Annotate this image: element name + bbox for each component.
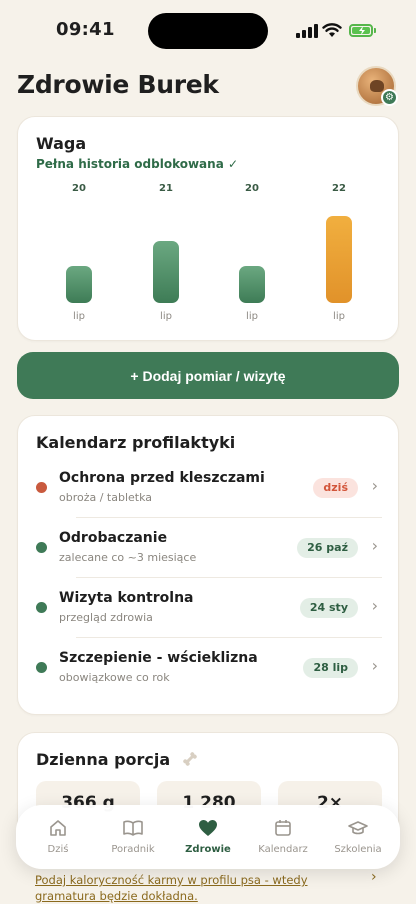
chevron-right-icon: › (371, 476, 378, 495)
page-title: Zdrowie Burek (17, 70, 219, 99)
tab-poradnik[interactable]: Poradnik (95, 805, 171, 869)
home-icon (50, 820, 66, 836)
calendar-item-subtitle: obroża / tabletka (59, 491, 153, 504)
date-badge: 24 sty (299, 598, 358, 618)
chevron-right-icon: › (371, 869, 377, 885)
calendar-item-tick-protection[interactable]: Ochrona przed kleszczami obroża / tablet… (36, 458, 382, 518)
cellular-signal-icon (296, 24, 318, 38)
calorie-hint-link[interactable]: Podaj kaloryczność karmy w profilu psa -… (35, 872, 365, 904)
calendar-item-name: Odrobaczanie (59, 530, 168, 546)
calendar-item-name: Ochrona przed kleszczami (59, 470, 265, 486)
heart-icon (199, 820, 217, 836)
status-dot (36, 542, 47, 553)
calendar-icon (275, 820, 291, 836)
status-dot (36, 482, 47, 493)
bar-category-label: lip (246, 311, 258, 322)
weight-chart: 20 lip 21 lip 20 lip 22 lip (18, 175, 400, 325)
calendar-item-subtitle: obowiązkowe co rok (59, 671, 170, 684)
tab-kalendarz[interactable]: Kalendarz (245, 805, 321, 869)
dynamic-island (148, 13, 268, 49)
bar-value-label: 21 (159, 183, 173, 194)
chevron-right-icon: › (371, 656, 378, 675)
tab-label: Dziś (47, 844, 69, 855)
status-badge: dziś (313, 478, 358, 498)
tab-label: Szkolenia (334, 844, 382, 855)
tab-dzis[interactable]: Dziś (20, 805, 96, 869)
portion-title: Dzienna porcja (36, 750, 198, 771)
graduation-cap-icon (348, 821, 368, 835)
tab-szkolenia[interactable]: Szkolenia (320, 805, 396, 869)
battery-icon (349, 24, 373, 37)
tab-bar: Dziś Poradnik Zdrowie Kalendarz Szkoleni… (16, 805, 400, 869)
bar-category-label: lip (160, 311, 172, 322)
bar-value-label: 22 (332, 183, 346, 194)
chevron-right-icon: › (371, 536, 378, 555)
bar-value-label: 20 (72, 183, 86, 194)
weight-bar (239, 266, 265, 303)
date-badge: 26 paź (297, 538, 358, 558)
chevron-right-icon: › (371, 596, 378, 615)
calendar-item-name: Szczepienie - wścieklizna (59, 650, 258, 666)
calendar-item-subtitle: zalecane co ~3 miesiące (59, 551, 197, 564)
bar-value-label: 20 (245, 183, 259, 194)
bar-category-label: lip (333, 311, 345, 322)
calendar-item-checkup[interactable]: Wizyta kontrolna przegląd zdrowia 24 sty… (36, 578, 382, 638)
status-bar: 09:41 (0, 0, 416, 60)
tab-label: Poradnik (111, 844, 155, 855)
history-unlocked-text: Pełna historia odblokowana ✓ (36, 157, 239, 171)
status-dot (36, 662, 47, 673)
bone-icon (182, 751, 198, 771)
date-badge: 28 lip (303, 658, 358, 678)
dog-icon (370, 80, 384, 92)
gear-icon[interactable]: ⚙ (381, 89, 398, 106)
weight-card[interactable]: Waga Pełna historia odblokowana ✓ 20 lip 2… (17, 116, 399, 341)
calendar-item-deworming[interactable]: Odrobaczanie zalecane co ~3 miesiące 26 … (36, 518, 382, 578)
calendar-item-rabies-vaccine[interactable]: Szczepienie - wścieklizna obowiązkowe co… (36, 638, 382, 698)
calendar-title: Kalendarz profilaktyki (36, 433, 236, 452)
status-dot (36, 602, 47, 613)
add-measurement-button[interactable]: + Dodaj pomiar / wizytę (17, 352, 399, 399)
weight-bar (326, 216, 352, 303)
battery-tip (374, 28, 376, 33)
weight-bar (66, 266, 92, 303)
tab-label: Zdrowie (185, 844, 231, 855)
weight-bar (153, 241, 179, 303)
prevention-calendar-card: Kalendarz profilaktyki Ochrona przed kle… (17, 415, 399, 715)
calendar-item-subtitle: przegląd zdrowia (59, 611, 153, 624)
portion-title-text: Dzienna porcja (36, 750, 171, 769)
tab-label: Kalendarz (258, 844, 308, 855)
tab-zdrowie[interactable]: Zdrowie (170, 805, 246, 869)
status-time: 09:41 (56, 19, 115, 40)
bar-category-label: lip (73, 311, 85, 322)
weight-title: Waga (36, 134, 87, 153)
book-icon (123, 820, 143, 836)
calendar-item-name: Wizyta kontrolna (59, 590, 194, 606)
wifi-icon (322, 23, 342, 37)
